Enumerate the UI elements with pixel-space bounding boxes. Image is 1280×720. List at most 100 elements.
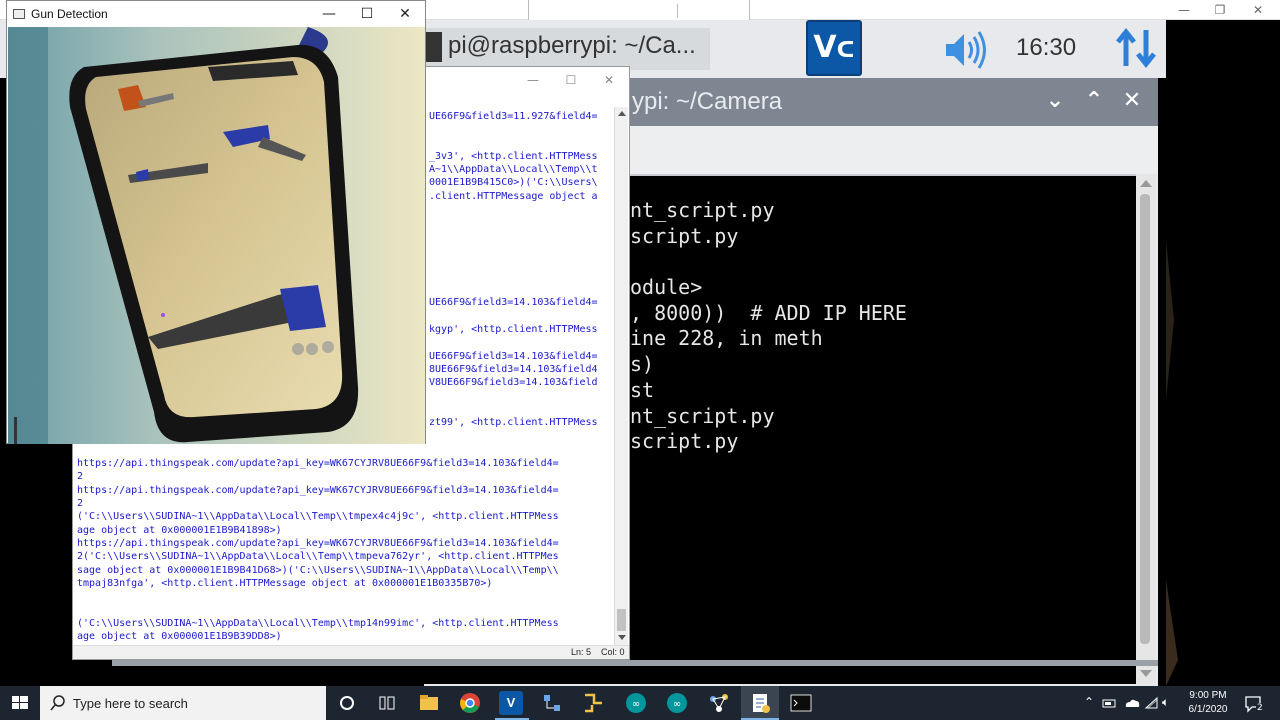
camera-close-button[interactable]: ✕ [393,5,417,23]
shell-line: UE66F9&field3=14.103&field4= [429,297,598,308]
vnc-icon[interactable]: Vᑕ [806,20,862,76]
scroll-down-arrow[interactable] [1140,670,1152,677]
shell-scrollbar[interactable] [614,107,628,645]
window-bottom-border [112,660,1158,666]
speaker-icon[interactable] [944,30,990,70]
vnc-close-button[interactable]: ✕ [1238,1,1278,19]
svg-text:∞: ∞ [632,699,640,710]
terminal-scroll-thumb[interactable] [1140,194,1150,644]
network-arrows-icon[interactable] [1114,26,1158,70]
status-column: Col: 0 [601,647,625,657]
search-icon [50,695,65,711]
shell-line: https://api.thingspeak.com/update?api_ke… [77,458,559,469]
show-hidden-icons-chevron[interactable]: ⌃ [1084,695,1094,709]
graph-tool-icon[interactable] [707,691,731,715]
svg-text:∞: ∞ [673,699,681,710]
vnc-toolbar-tab[interactable] [528,0,750,22]
terminal-scrollbar[interactable] [1136,174,1156,684]
shell-line: https://api.thingspeak.com/update?api_ke… [77,485,559,496]
arduino-icon[interactable]: ∞ [624,691,648,715]
shell-line: age object at 0x000001E1B9B41898>) [77,525,282,536]
windows-start-icon[interactable] [0,686,40,720]
close-icon[interactable]: ✕ [1119,88,1145,114]
remote-desktop-edge [1166,20,1280,686]
shell-line: ('C:\\Users\\SUDINA~1\\AppData\\Local\\T… [77,511,559,522]
status-line: Ln: 5 [571,647,592,657]
remote-background [1166,240,1178,686]
arduino-icon-2[interactable]: ∞ [665,691,689,715]
shell-line: 0001E1B9B415C0>)('C:\\Users\ [429,177,598,188]
task-view-icon[interactable] [375,691,399,715]
circuit-app-icon[interactable] [582,691,606,715]
shell-close-button[interactable]: ✕ [599,71,619,89]
wifi-icon[interactable] [1144,696,1160,710]
shell-maximize-button[interactable]: ☐ [561,71,581,89]
terminal-icon [426,32,442,62]
window-icon [13,9,25,19]
shell-line: A~1\\AppData\\Local\\Temp\\t [429,164,598,175]
clock-date: 6/1/2020 [1188,704,1228,715]
chevron-up-icon[interactable]: ⌃ [1081,88,1107,114]
camera-window-title: Gun Detection [31,7,108,21]
shell-line: https://api.thingspeak.com/update?api_ke… [77,538,559,549]
clock-time: 9:00 PM [1189,690,1227,701]
gun-detection-window: Gun Detection — ☐ ✕ [6,0,426,444]
camera-feed-image [8,27,425,444]
shell-line: tmpaj83nfga', <http.client.HTTPMessage o… [77,578,493,589]
terminal-title: ypi: ~/Camera [632,88,783,115]
onedrive-icon[interactable] [1124,697,1140,709]
pi-taskbar-button-label: pi@raspberrypi: ~/Ca... [448,32,696,59]
camera-minimize-button[interactable]: — [317,5,341,23]
shell-line: kgyp', <http.client.HTTPMess [429,324,598,335]
chevron-down-icon[interactable]: ⌄ [1042,88,1068,114]
scroll-down-arrow[interactable] [618,635,626,640]
terminal-line: ine 228, in meth [630,326,823,351]
shell-minimize-button[interactable]: — [523,71,543,89]
shell-statusbar: Ln: 5 Col: 0 [73,645,629,659]
search-placeholder: Type here to search [73,696,188,711]
pi-clock: 16:30 [1016,34,1077,61]
camera-maximize-button[interactable]: ☐ [355,5,379,23]
shell-line: UE66F9&field3=14.103&field4= [429,351,598,362]
camera-feed [8,27,425,444]
file-explorer-icon[interactable] [417,691,441,715]
battery-icon[interactable] [1102,697,1118,709]
terminal-line: , 8000)) # ADD IP HERE [630,300,907,325]
shell-line: V8UE66F9&field3=14.103&field [429,377,598,388]
scroll-up-arrow[interactable] [1140,180,1152,187]
shell-line: UE66F9&field3=11.927&field4= [429,111,598,122]
terminal-line: st [630,377,655,402]
volume-icon[interactable]: 🔈︎ [1162,695,1169,710]
notification-count-badge: 2 [1256,703,1264,713]
shell-line: ('C:\\Users\\SUDINA~1\\AppData\\Local\\T… [77,618,559,629]
shell-line: 2 [77,498,84,509]
camera-titlebar: Gun Detection — ☐ ✕ [7,1,425,27]
chrome-icon[interactable] [458,691,482,715]
vnc-minimize-button[interactable]: — [1164,1,1204,19]
taskbar-search-box[interactable]: Type here to search [40,686,326,720]
terminal-app-icon[interactable] [789,691,813,715]
vnc-restore-button[interactable]: ❐ [1200,1,1240,19]
terminal-line: script.py [630,223,739,248]
shell-line: sage object at 0x000001E1B9B41D68>)('C:\… [77,565,559,576]
idle-editor-icon[interactable] [748,691,772,715]
scroll-up-arrow[interactable] [618,111,626,116]
shell-line: 2('C:\\Users\\SUDINA~1\\AppData\\Local\\… [77,551,559,562]
shell-line: 2 [77,471,84,482]
cortana-icon[interactable] [335,691,359,715]
shell-line: .client.HTTPMessage object a [429,191,598,202]
network-app-icon[interactable] [540,691,564,715]
terminal-line: nt_script.py [630,403,775,428]
terminal-output: nt_script.py script.py odule> , 8000)) #… [630,198,907,455]
terminal-line: nt_script.py [630,198,775,222]
vnc-viewer-icon[interactable]: V [499,691,523,715]
windows-taskbar: Type here to search V ∞ ∞ ⌃ 🔈︎ 9:00 PM 6… [0,686,1280,720]
terminal-line: odule> [630,275,703,300]
shell-line: _3v3', <http.client.HTTPMess [429,151,598,162]
shell-line: zt99', <http.client.HTTPMess [429,417,598,428]
taskbar-clock[interactable]: 9:00 PM 6/1/2020 [1186,689,1230,717]
shell-scroll-thumb[interactable] [617,609,626,631]
shell-line: 8UE66F9&field3=14.103&field4 [429,364,598,375]
terminal-line: s) [630,352,655,377]
